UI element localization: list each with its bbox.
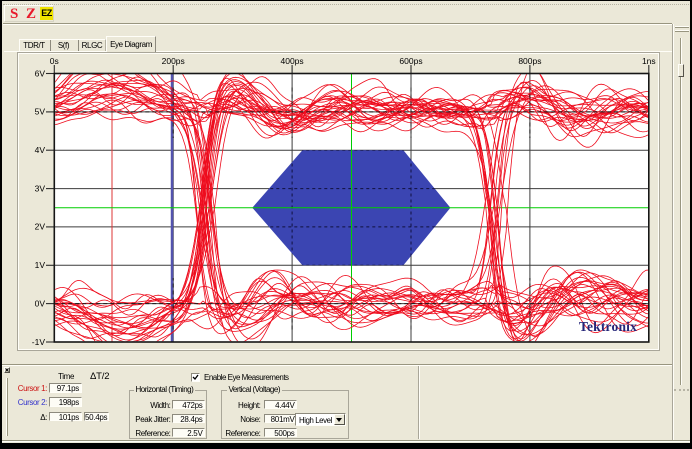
svg-text:0s: 0s: [50, 56, 59, 66]
svg-text:Tektronix: Tektronix: [579, 319, 637, 334]
svg-text:6V: 6V: [35, 68, 46, 78]
svg-text:2V: 2V: [35, 222, 46, 232]
svg-text:5V: 5V: [35, 107, 46, 117]
svg-text:0V: 0V: [35, 298, 46, 308]
svg-text:1ns: 1ns: [642, 56, 656, 66]
svg-text:800ps: 800ps: [518, 56, 541, 66]
svg-text:600ps: 600ps: [399, 56, 422, 66]
svg-text:200ps: 200ps: [162, 56, 185, 66]
svg-text:-1V: -1V: [32, 337, 46, 347]
svg-text:400ps: 400ps: [281, 56, 304, 66]
svg-text:4V: 4V: [35, 145, 46, 155]
svg-text:3V: 3V: [35, 183, 46, 193]
svg-text:1V: 1V: [35, 260, 46, 270]
